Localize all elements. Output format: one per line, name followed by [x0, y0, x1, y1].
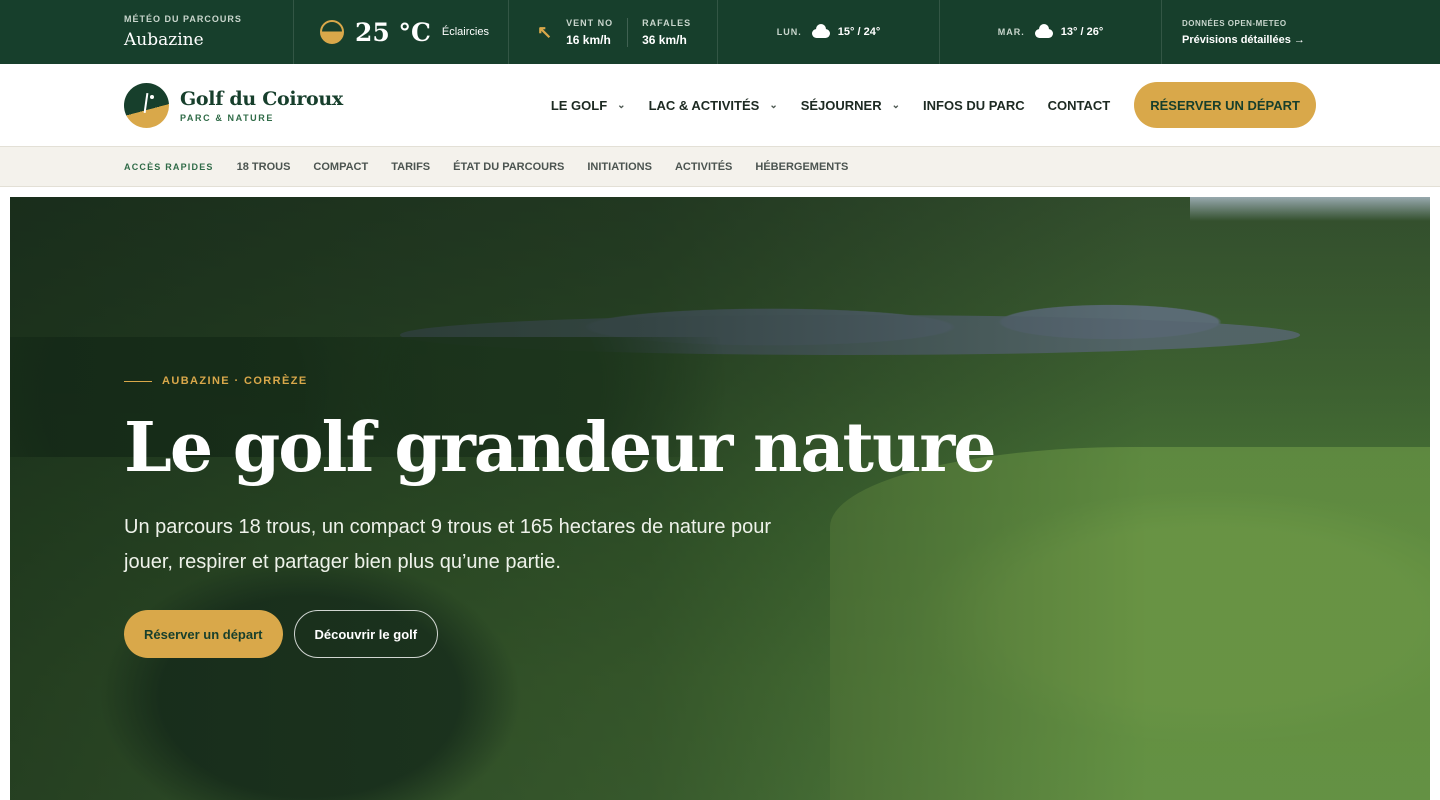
- gusts-block: RAFALES 36 km/h: [627, 17, 705, 47]
- wind-value: 16 km/h: [566, 32, 611, 47]
- forecast-day-label: MAR.: [997, 27, 1025, 37]
- quick-link-activites[interactable]: ACTIVITÉS: [675, 161, 732, 173]
- nav-item-sejourner[interactable]: SÉJOURNER ⌄: [801, 98, 900, 113]
- main-nav: LE GOLF ⌄ LAC & ACTIVITÉS ⌄ SÉJOURNER ⌄ …: [528, 82, 1316, 128]
- wind-label: VENT NO: [566, 17, 614, 28]
- quick-link-initiations[interactable]: INITIATIONS: [587, 161, 652, 173]
- golf-flag-logo-icon: [124, 82, 169, 128]
- hero-buttons: Réserver un départ Découvrir le golf: [124, 610, 994, 659]
- quick-link-tarifs[interactable]: TARIFS: [391, 161, 430, 173]
- brand-name: Golf du Coiroux: [180, 87, 343, 110]
- weather-wind: ↖ VENT NO 16 km/h RAFALES 36 km/h: [509, 0, 718, 64]
- nav-item-label: LAC & ACTIVITÉS: [648, 97, 760, 113]
- quick-link-hebergements[interactable]: HÉBERGEMENTS: [755, 161, 848, 173]
- detailed-forecast-link[interactable]: Prévisions détaillées →: [1182, 34, 1305, 46]
- cloud-icon: [811, 24, 830, 38]
- nav-item-le-golf[interactable]: LE GOLF ⌄: [551, 98, 626, 113]
- nav-item-lac-activites[interactable]: LAC & ACTIVITÉS ⌄: [649, 98, 778, 113]
- chevron-down-icon: ⌄: [617, 99, 626, 111]
- quick-link-18-trous[interactable]: 18 TROUS: [237, 161, 291, 173]
- hero-section: AUBAZINE · CORRÈZE Le golf grandeur natu…: [10, 197, 1430, 800]
- forecast-range: 15° / 24°: [837, 26, 881, 38]
- weather-bar: MÉTÉO DU PARCOURS Aubazine 25 °C Éclairc…: [0, 0, 1440, 64]
- chevron-down-icon: ⌄: [891, 99, 901, 111]
- brand-tagline: PARC & NATURE: [180, 112, 274, 123]
- weather-city: Aubazine: [124, 30, 204, 50]
- hero-book-button[interactable]: Réserver un départ: [124, 610, 283, 659]
- chevron-down-icon: ⌄: [769, 99, 778, 111]
- brand-logo-link[interactable]: Golf du Coiroux PARC & NATURE: [124, 82, 343, 128]
- forecast-day-label: LUN.: [776, 27, 802, 37]
- weather-location: MÉTÉO DU PARCOURS Aubazine: [124, 0, 294, 64]
- quick-links-bar: ACCÈS RAPIDES 18 TROUS COMPACT TARIFS ÉT…: [0, 146, 1440, 187]
- quick-links-label: ACCÈS RAPIDES: [124, 161, 214, 172]
- brand-text: Golf du Coiroux PARC & NATURE: [180, 88, 343, 123]
- forecast-day: MAR. 13° / 26°: [940, 0, 1162, 64]
- weather-current: 25 °C Éclaircies: [294, 0, 509, 64]
- gusts-value: 36 km/h: [642, 32, 687, 47]
- weather-condition: Éclaircies: [441, 26, 489, 38]
- quick-link-compact[interactable]: COMPACT: [313, 161, 368, 173]
- nav-item-contact[interactable]: CONTACT: [1048, 98, 1111, 113]
- hero-subtitle: Un parcours 18 trous, un compact 9 trous…: [124, 516, 772, 574]
- hero-eyebrow: AUBAZINE · CORRÈZE: [124, 375, 994, 387]
- weather-source-label: DONNÉES OPEN-METEO: [1182, 18, 1287, 28]
- quick-link-etat-parcours[interactable]: ÉTAT DU PARCOURS: [453, 161, 564, 173]
- wind-block: VENT NO 16 km/h: [566, 18, 627, 47]
- wind-direction-icon: ↖: [537, 21, 553, 42]
- forecast-day: LUN. 15° / 24°: [718, 0, 940, 64]
- cloud-icon: [1034, 24, 1053, 38]
- nav-item-label: SÉJOURNER: [800, 97, 882, 113]
- weather-temperature: 25 °C: [355, 17, 431, 47]
- nav-item-label: LE GOLF: [550, 97, 608, 113]
- main-header: Golf du Coiroux PARC & NATURE LE GOLF ⌄ …: [0, 64, 1440, 146]
- hero-content: AUBAZINE · CORRÈZE Le golf grandeur natu…: [124, 375, 996, 659]
- hero-discover-button[interactable]: Découvrir le golf: [293, 610, 439, 659]
- gusts-label: RAFALES: [642, 17, 692, 28]
- eyebrow-line: [124, 380, 152, 382]
- nav-item-label: INFOS DU PARC: [923, 97, 1025, 113]
- hero-eyebrow-text: AUBAZINE · CORRÈZE: [162, 375, 308, 387]
- hero-title: Le golf grandeur nature: [124, 408, 996, 488]
- partly-sunny-icon: [320, 20, 344, 44]
- weather-location-label: MÉTÉO DU PARCOURS: [124, 14, 242, 24]
- nav-item-label: CONTACT: [1047, 97, 1111, 113]
- weather-source: DONNÉES OPEN-METEO Prévisions détaillées…: [1162, 0, 1305, 64]
- forecast-range: 13° / 26°: [1060, 26, 1104, 38]
- book-tee-time-button[interactable]: RÉSERVER UN DÉPART: [1134, 82, 1316, 128]
- nav-item-infos-du-parc[interactable]: INFOS DU PARC: [923, 98, 1025, 113]
